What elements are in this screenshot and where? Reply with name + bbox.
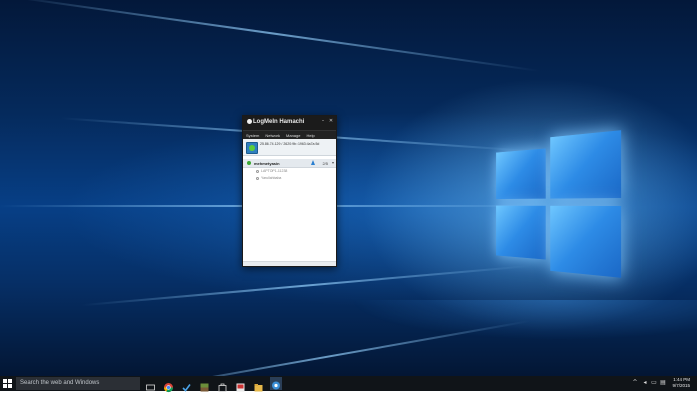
search-input[interactable]: Search the web and Windows — [16, 377, 140, 390]
close-button[interactable]: ✕ — [328, 118, 334, 124]
network-name: mehmetyasin — [254, 161, 280, 166]
menu-network[interactable]: Network — [262, 131, 283, 139]
clock[interactable]: 1:44 PM 9/7/2015 — [672, 377, 690, 389]
image-viewer-icon[interactable] — [235, 378, 246, 389]
menu-system[interactable]: System — [243, 131, 262, 139]
hamachi-footer — [243, 261, 336, 266]
file-explorer-icon[interactable] — [253, 378, 264, 389]
clock-date: 9/7/2015 — [672, 383, 690, 389]
chevron-down-icon[interactable]: ▾ — [332, 160, 334, 165]
start-button[interactable] — [3, 379, 12, 388]
chevron-up-icon[interactable]: ^ — [632, 380, 638, 386]
menu-manage[interactable]: Manage — [283, 131, 303, 139]
search-placeholder: Search the web and Windows — [20, 380, 99, 386]
users-icon — [311, 160, 315, 165]
windows-logo-icon — [3, 379, 7, 383]
windows-logo-icon — [8, 384, 12, 388]
light-beam — [5, 0, 540, 72]
hamachi-taskbar-icon[interactable] — [270, 377, 282, 390]
minecraft-icon[interactable] — [199, 378, 210, 389]
offline-status-icon — [256, 177, 259, 180]
speaker-icon[interactable]: ◂ — [642, 380, 648, 386]
hamachi-window[interactable]: LogMeIn Hamachi – ✕ System Network Manag… — [242, 115, 337, 267]
ip-address: 25.86.74.129 / 2620:9b::1963:4a7a:5d — [260, 142, 333, 147]
peer-name: Yarullahbaba — [261, 176, 281, 180]
desktop-wallpaper: LogMeIn Hamachi – ✕ System Network Manag… — [0, 0, 697, 376]
hamachi-title: LogMeIn Hamachi — [247, 119, 304, 125]
hamachi-menubar: System Network Manage Help — [243, 130, 336, 139]
windows-logo-wallpaper — [496, 124, 623, 284]
wallpaper-floor-glow — [180, 300, 697, 376]
taskbar: Search the web and Windows ^ ◂ ▭ ▤ 1:44 … — [0, 376, 697, 391]
network-row[interactable]: mehmetyasin 2/5 ▾ — [243, 159, 336, 168]
network-icon[interactable]: ▭ — [651, 380, 657, 386]
app-icon-checkmark[interactable] — [181, 378, 192, 389]
task-view-icon[interactable] — [145, 378, 156, 389]
store-icon[interactable] — [217, 378, 228, 389]
logmein-logo-icon — [247, 119, 252, 124]
network-member-count: 2/5 — [322, 161, 328, 166]
online-status-icon — [247, 161, 251, 165]
hamachi-title-text: LogMeIn Hamachi — [253, 119, 304, 125]
minimize-button[interactable]: – — [320, 118, 326, 124]
power-button-icon[interactable] — [246, 142, 258, 154]
offline-status-icon — [256, 170, 259, 173]
hamachi-titlebar[interactable]: LogMeIn Hamachi – ✕ — [243, 116, 336, 130]
peer-name: LAPTOP1-11238 — [261, 169, 287, 173]
peer-item[interactable]: Yarullahbaba — [243, 175, 336, 182]
windows-logo-icon — [3, 384, 7, 388]
windows-logo-icon — [8, 379, 12, 383]
hamachi-status-panel: 25.86.74.129 / 2620:9b::1963:4a7a:5d — [243, 139, 336, 156]
peer-item[interactable]: LAPTOP1-11238 — [243, 168, 336, 175]
chrome-icon[interactable] — [163, 378, 174, 389]
notification-icon[interactable]: ▤ — [660, 380, 666, 386]
menu-help[interactable]: Help — [303, 131, 317, 139]
